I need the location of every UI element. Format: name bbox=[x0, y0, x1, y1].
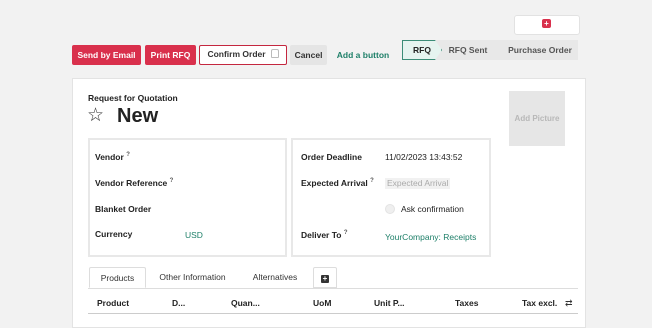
star-icon[interactable]: ☆ bbox=[87, 106, 104, 126]
order-deadline-label: Order Deadline bbox=[301, 152, 362, 162]
help-icon: ? bbox=[126, 152, 130, 158]
add-a-button-link[interactable]: Add a button bbox=[334, 45, 392, 65]
print-rfq-button[interactable]: Print RFQ bbox=[145, 45, 196, 65]
tab-other-information[interactable]: Other Information bbox=[150, 267, 235, 288]
ask-confirmation-label: Ask confirmation bbox=[401, 204, 464, 214]
left-field-group: Vendor ? Vendor Reference ? Blanket Orde… bbox=[88, 138, 287, 257]
stage-rfq-sent[interactable]: RFQ Sent bbox=[440, 40, 496, 60]
notebook-tabs: Products Other Information Alternatives … bbox=[88, 267, 578, 289]
confirm-order-button[interactable]: Confirm Order bbox=[199, 45, 287, 65]
currency-label: Currency bbox=[95, 229, 133, 239]
form-sheet: Request for Quotation ☆ New Add Picture … bbox=[72, 78, 586, 328]
status-bar: RFQ Sent Purchase Order RFQ bbox=[402, 40, 578, 60]
vendor-label: Vendor ? bbox=[95, 152, 130, 162]
currency-value[interactable]: USD bbox=[185, 230, 203, 240]
order-lines-header: Product D... Quan... UoM Unit P... Taxes… bbox=[88, 293, 578, 314]
tab-alternatives[interactable]: Alternatives bbox=[240, 267, 310, 288]
help-icon: ? bbox=[169, 178, 174, 184]
tab-products[interactable]: Products bbox=[89, 267, 146, 288]
confirm-order-label: Confirm Order bbox=[207, 49, 266, 59]
column-taxes[interactable]: Taxes bbox=[455, 298, 478, 308]
vendor-reference-label: Vendor Reference ? bbox=[95, 178, 174, 188]
column-quantity[interactable]: Quan... bbox=[231, 298, 260, 308]
column-tax-excluded[interactable]: Tax excl. bbox=[522, 298, 557, 308]
order-deadline-value[interactable]: 11/02/2023 13:43:52 bbox=[385, 152, 462, 162]
column-description[interactable]: D... bbox=[172, 298, 185, 308]
send-by-email-button[interactable]: Send by Email bbox=[72, 45, 141, 65]
form-subtitle: Request for Quotation bbox=[88, 93, 178, 103]
ask-confirmation-checkbox[interactable] bbox=[385, 204, 395, 214]
column-unit-price[interactable]: Unit P... bbox=[374, 298, 405, 308]
add-picture-placeholder[interactable]: Add Picture bbox=[509, 91, 565, 146]
deliver-to-label: Deliver To ? bbox=[301, 230, 348, 240]
column-uom[interactable]: UoM bbox=[313, 298, 331, 308]
help-icon: ? bbox=[343, 230, 348, 236]
expected-arrival-label: Expected Arrival ? bbox=[301, 178, 374, 188]
blanket-order-label: Blanket Order bbox=[95, 204, 152, 214]
plus-icon: + bbox=[321, 273, 329, 283]
optional-columns-icon[interactable]: ⇄ bbox=[565, 298, 573, 309]
stage-rfq[interactable]: RFQ bbox=[402, 40, 442, 60]
deliver-to-value[interactable]: YourCompany: Receipts bbox=[385, 232, 476, 242]
lock-icon bbox=[270, 49, 279, 58]
record-title: New bbox=[117, 105, 159, 127]
add-tab-button[interactable]: + bbox=[313, 267, 337, 288]
column-product[interactable]: Product bbox=[97, 298, 129, 308]
right-field-group: Order Deadline 11/02/2023 13:43:52 Expec… bbox=[291, 138, 491, 257]
expected-arrival-input[interactable]: Expected Arrival bbox=[385, 178, 451, 189]
stage-purchase-order[interactable]: Purchase Order bbox=[502, 40, 578, 60]
plus-square-icon[interactable]: + bbox=[542, 19, 551, 28]
help-icon: ? bbox=[370, 178, 374, 184]
cancel-button[interactable]: Cancel bbox=[290, 45, 327, 65]
